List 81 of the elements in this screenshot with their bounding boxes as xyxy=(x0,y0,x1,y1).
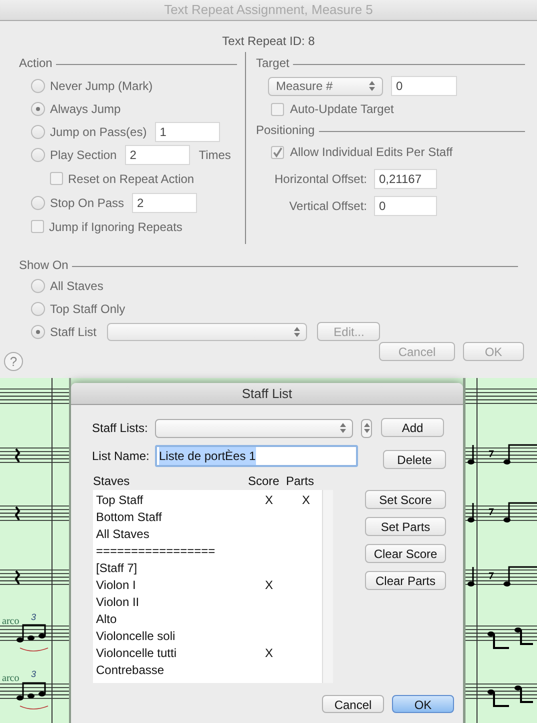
section-title: Positioning xyxy=(256,122,315,139)
window-title: Text Repeat Assignment, Measure 5 xyxy=(164,1,373,20)
section-title: Show On xyxy=(19,257,68,274)
id-label: Text Repeat ID: 8 xyxy=(222,33,315,48)
staff-name[interactable]: ================= xyxy=(96,542,265,560)
radio-button[interactable] xyxy=(31,78,45,92)
checkbox[interactable] xyxy=(31,220,44,233)
button[interactable]: Set Parts xyxy=(365,517,446,536)
staff-lists-select[interactable] xyxy=(155,418,353,438)
option-label: Auto-Update Target xyxy=(290,101,394,118)
option-label: All Staves xyxy=(50,278,104,294)
staff-name[interactable]: Alto xyxy=(96,610,265,628)
tuplet-number: 3 xyxy=(31,611,36,624)
default-button[interactable]: OK xyxy=(392,695,454,713)
offset-field[interactable]: 0,21167 xyxy=(374,168,437,188)
score-mark: X xyxy=(265,578,274,592)
section-title: Target xyxy=(256,55,290,72)
staff-name[interactable]: [Staff 7] xyxy=(96,558,265,576)
updown-icon xyxy=(369,81,375,91)
staff-name[interactable]: Violon I xyxy=(96,576,265,594)
button[interactable]: Cancel xyxy=(322,695,384,713)
staff-list-select[interactable] xyxy=(107,322,308,340)
score-mark: X xyxy=(265,492,274,506)
radio-button[interactable] xyxy=(31,102,45,116)
option-label: Reset on Repeat Action xyxy=(68,170,194,188)
staff-name[interactable]: Violoncelle tutti xyxy=(96,644,265,662)
checkbox[interactable] xyxy=(50,172,63,185)
option-label: Always Jump xyxy=(50,100,121,118)
option-label: Top Staff Only xyxy=(50,300,126,318)
staff-name[interactable]: Violoncelle soli xyxy=(96,626,265,644)
option-label: Stop On Pass xyxy=(50,194,124,212)
tuplet-number: 3 xyxy=(31,668,36,681)
staff-name[interactable]: Violon II xyxy=(96,592,265,610)
field-label: Vertical Offset: xyxy=(288,198,367,214)
option-label: Allow Individual Edits Per Staff xyxy=(290,144,453,161)
score-mark: X xyxy=(265,646,274,660)
option-label: Play Section xyxy=(50,146,117,164)
option-label: Never Jump (Mark) xyxy=(50,78,153,94)
dialog-title: Staff List xyxy=(242,384,292,403)
option-label: Staff List xyxy=(50,324,96,340)
field-label: Staff Lists: xyxy=(92,420,149,437)
updown-icon xyxy=(340,423,346,433)
parts-mark: X xyxy=(302,492,310,506)
staff-name[interactable]: Contrebasse xyxy=(96,660,265,678)
button[interactable]: Clear Score xyxy=(365,544,446,563)
updown-icon xyxy=(294,326,300,336)
section-title: Action xyxy=(19,55,52,72)
radio-button[interactable] xyxy=(31,302,45,316)
updown-icon xyxy=(364,423,370,433)
measure-select[interactable]: Measure # xyxy=(268,76,383,96)
radio-button[interactable] xyxy=(31,124,45,138)
button[interactable]: Set Score xyxy=(365,490,446,509)
button[interactable]: Clear Parts xyxy=(365,571,446,590)
arco-marking: arco xyxy=(2,672,20,686)
list-name-field[interactable]: Liste de portÈes 1 xyxy=(155,445,358,467)
staff-name[interactable]: Top Staff xyxy=(96,490,265,508)
number-field[interactable]: 1 xyxy=(154,122,220,142)
field-label: List Name: xyxy=(92,448,150,465)
column-header: Parts xyxy=(286,473,314,490)
radio-button[interactable] xyxy=(31,148,45,162)
checkbox[interactable] xyxy=(271,146,284,158)
offset-field[interactable]: 0 xyxy=(374,196,437,216)
radio-button[interactable] xyxy=(31,278,45,292)
column-header: Staves xyxy=(93,473,131,490)
number-field[interactable]: 2 xyxy=(132,192,198,212)
target-field[interactable]: 0 xyxy=(391,76,457,96)
radio-button[interactable] xyxy=(31,324,45,338)
number-field[interactable]: 2 xyxy=(124,144,190,164)
stepper[interactable] xyxy=(361,418,372,438)
staff-name[interactable]: Bottom Staff xyxy=(96,508,265,526)
field-label: Horizontal Offset: xyxy=(274,170,367,188)
button[interactable]: Delete xyxy=(383,450,446,468)
staff-name[interactable]: All Staves xyxy=(96,524,265,542)
suffix-label: Times xyxy=(198,146,231,164)
checkbox[interactable] xyxy=(271,102,284,116)
button[interactable]: Add xyxy=(381,418,444,437)
option-label: Jump if Ignoring Repeats xyxy=(49,218,182,236)
column-header: Score xyxy=(248,473,280,490)
arco-marking: arco xyxy=(2,615,20,629)
option-label: Jump on Pass(es) xyxy=(50,124,147,140)
radio-button[interactable] xyxy=(31,196,45,210)
